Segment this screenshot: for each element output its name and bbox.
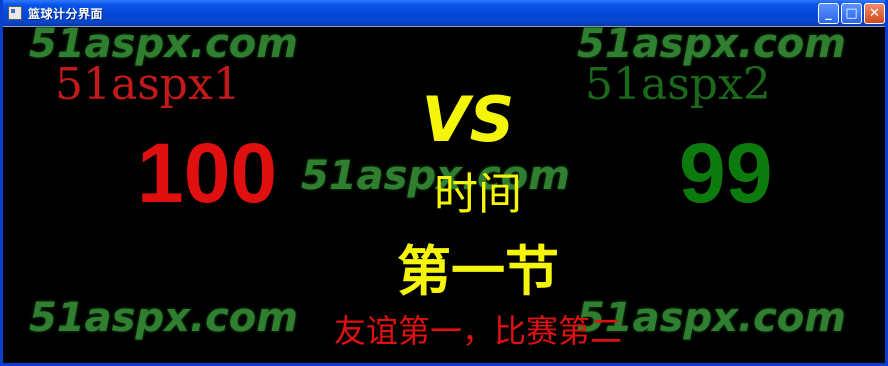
period-label: 第一节 bbox=[397, 240, 559, 303]
team-right-score: 99 bbox=[679, 126, 773, 220]
time-label: 时间 bbox=[434, 169, 522, 220]
team-left-name: 51aspx1 bbox=[55, 59, 241, 110]
window-title: 篮球计分界面 bbox=[28, 6, 104, 21]
watermark-text: 51aspx.com bbox=[29, 295, 298, 341]
scoreboard-panel: 51aspx.com 51aspx.com 51aspx.com 51aspx.… bbox=[3, 21, 885, 363]
app-window: 篮球计分界面 _ □ ✕ 51aspx.com 51aspx.com 51asp… bbox=[0, 0, 888, 366]
team-left-score: 100 bbox=[137, 126, 278, 220]
app-icon[interactable] bbox=[8, 6, 22, 20]
team-right-name: 51aspx2 bbox=[585, 59, 771, 110]
slogan-label: 友谊第一，比赛第二 bbox=[333, 312, 622, 350]
vs-label: VS bbox=[421, 83, 515, 156]
close-button[interactable]: ✕ bbox=[864, 3, 885, 24]
